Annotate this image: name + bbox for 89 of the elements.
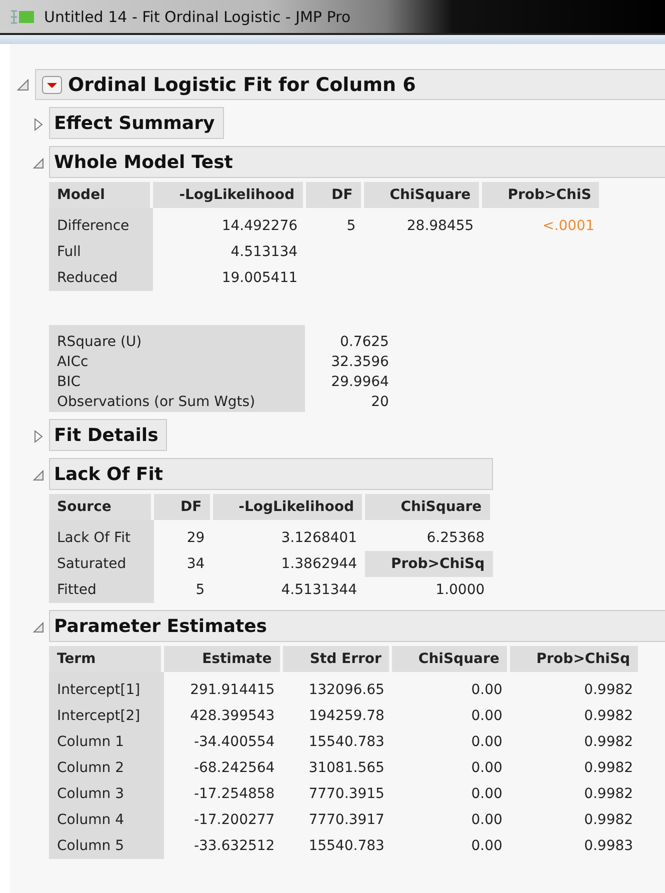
table-cell-text: 0.00 [470, 733, 504, 752]
row-label: Column 2 [49, 755, 164, 781]
column-header: ChiSquare [364, 182, 482, 208]
column-header: -LogLikelihood [153, 182, 306, 208]
section-header[interactable]: Lack Of Fit [49, 458, 493, 490]
section-header[interactable]: Effect Summary [49, 107, 224, 139]
row-label: Intercept[1] [49, 672, 164, 703]
table-cell-text: 28.98455 [406, 217, 475, 236]
table-cell-text: 19.005411 [220, 269, 299, 288]
column-header: Estimate [164, 646, 283, 672]
table-cell-text: 15540.783 [308, 837, 386, 856]
table-cell-text: 0.9982 [583, 681, 634, 700]
section-header[interactable]: Parameter Estimates [49, 610, 665, 642]
column-header: ChiSquare [364, 494, 493, 520]
table-cell-text: -17.254858 [192, 785, 276, 804]
table-cell-text: 15540.783 [308, 733, 386, 752]
table-cell-text: 4.513134 [230, 243, 299, 262]
table-cell-text: 34 [186, 555, 206, 574]
table-cell-text: -17.200277 [192, 811, 276, 830]
dropdown-icon[interactable] [42, 76, 62, 94]
section-header[interactable]: Whole Model Test [49, 146, 665, 178]
row-label: Column 5 [49, 833, 164, 859]
table-cell-text: 32.3596 [330, 353, 390, 372]
table-cell-text: 0.00 [470, 759, 504, 778]
disclosure-icon[interactable] [32, 621, 45, 634]
table-cell-text: 0.00 [470, 837, 504, 856]
table-cell-text: 194259.78 [308, 707, 386, 726]
table-cell-text: 1.0000 [434, 581, 486, 600]
table-cell-text: 0.9982 [583, 733, 634, 752]
table-cell-text: 20 [370, 393, 390, 412]
column-header: DF [154, 494, 213, 520]
column-header: Prob>ChiSq [364, 551, 493, 577]
report-header[interactable]: Ordinal Logistic Fit for Column 6 [35, 69, 665, 100]
column-header: Std Error [282, 646, 392, 672]
table-cell-text: 5 [194, 581, 206, 600]
column-header: ChiSquare [392, 646, 510, 672]
table-cell-text: 29.9964 [330, 373, 390, 392]
column-header: Source [49, 494, 154, 520]
row-label: Difference [49, 208, 154, 239]
table-cell-text: 0.9982 [583, 785, 634, 804]
row-label: Full [49, 239, 154, 265]
table-cell-text: 0.9982 [583, 759, 634, 778]
table-cell-text: <.0001 [542, 217, 596, 236]
table-cell-text: 4.5131344 [280, 581, 358, 600]
row-label: Fitted [49, 577, 154, 603]
disclosure-icon[interactable] [16, 78, 30, 92]
table-cell-text: 14.492276 [220, 217, 299, 236]
table-cell-text: 0.00 [470, 785, 504, 804]
row-label: Column 3 [49, 781, 164, 807]
table-cell-text: 29 [186, 529, 206, 548]
table-cell-text: 0.00 [470, 707, 504, 726]
table-cell-text: 0.7625 [338, 333, 390, 352]
table-cell-text: 0.9982 [583, 811, 634, 830]
row-label: Observations (or Sum Wgts) [49, 392, 306, 412]
row-label: RSquare (U) [49, 325, 306, 352]
disclosure-icon[interactable] [32, 118, 45, 131]
table-cell-text: 0.9982 [583, 707, 634, 726]
table-cell-text: 7770.3915 [308, 785, 386, 804]
table-cell-text: 0.00 [470, 811, 504, 830]
disclosure-icon[interactable] [32, 157, 45, 170]
row-label: Column 1 [49, 729, 164, 755]
row-label: Column 4 [49, 807, 164, 833]
table-cell-text: 1.3862944 [280, 555, 358, 574]
row-label: Intercept[2] [49, 703, 164, 729]
table-cell-text: 7770.3917 [308, 811, 386, 830]
table-cell-text: 132096.65 [308, 681, 386, 700]
table-cell-text: 6.25368 [426, 529, 486, 548]
column-header: DF [306, 182, 364, 208]
disclosure-icon[interactable] [32, 430, 45, 443]
row-label: BIC [49, 372, 306, 392]
table-cell-text: -68.242564 [192, 759, 276, 778]
table-cell-text: 5 [346, 217, 357, 236]
app-icon [10, 8, 36, 26]
window-title: Untitled 14 - Fit Ordinal Logistic - JMP Pro [44, 8, 351, 26]
table-cell-text: 0.00 [470, 681, 504, 700]
table-cell-text: 3.1268401 [280, 529, 358, 548]
row-label: AICc [49, 352, 306, 372]
table-cell-text: -34.400554 [192, 733, 276, 752]
row-label: Reduced [49, 265, 154, 291]
table-cell-text: 31081.565 [308, 759, 386, 778]
table-cell-text: 0.9983 [583, 837, 634, 856]
table-cell-text: 291.914415 [189, 681, 276, 700]
table-cell-text: -33.632512 [192, 837, 276, 856]
section-header[interactable]: Fit Details [49, 419, 168, 451]
row-label: Lack Of Fit [49, 520, 154, 551]
table-cell-text: 428.399543 [189, 707, 276, 726]
column-header: -LogLikelihood [212, 494, 365, 520]
row-label: Saturated [49, 551, 154, 577]
disclosure-icon[interactable] [32, 469, 45, 482]
